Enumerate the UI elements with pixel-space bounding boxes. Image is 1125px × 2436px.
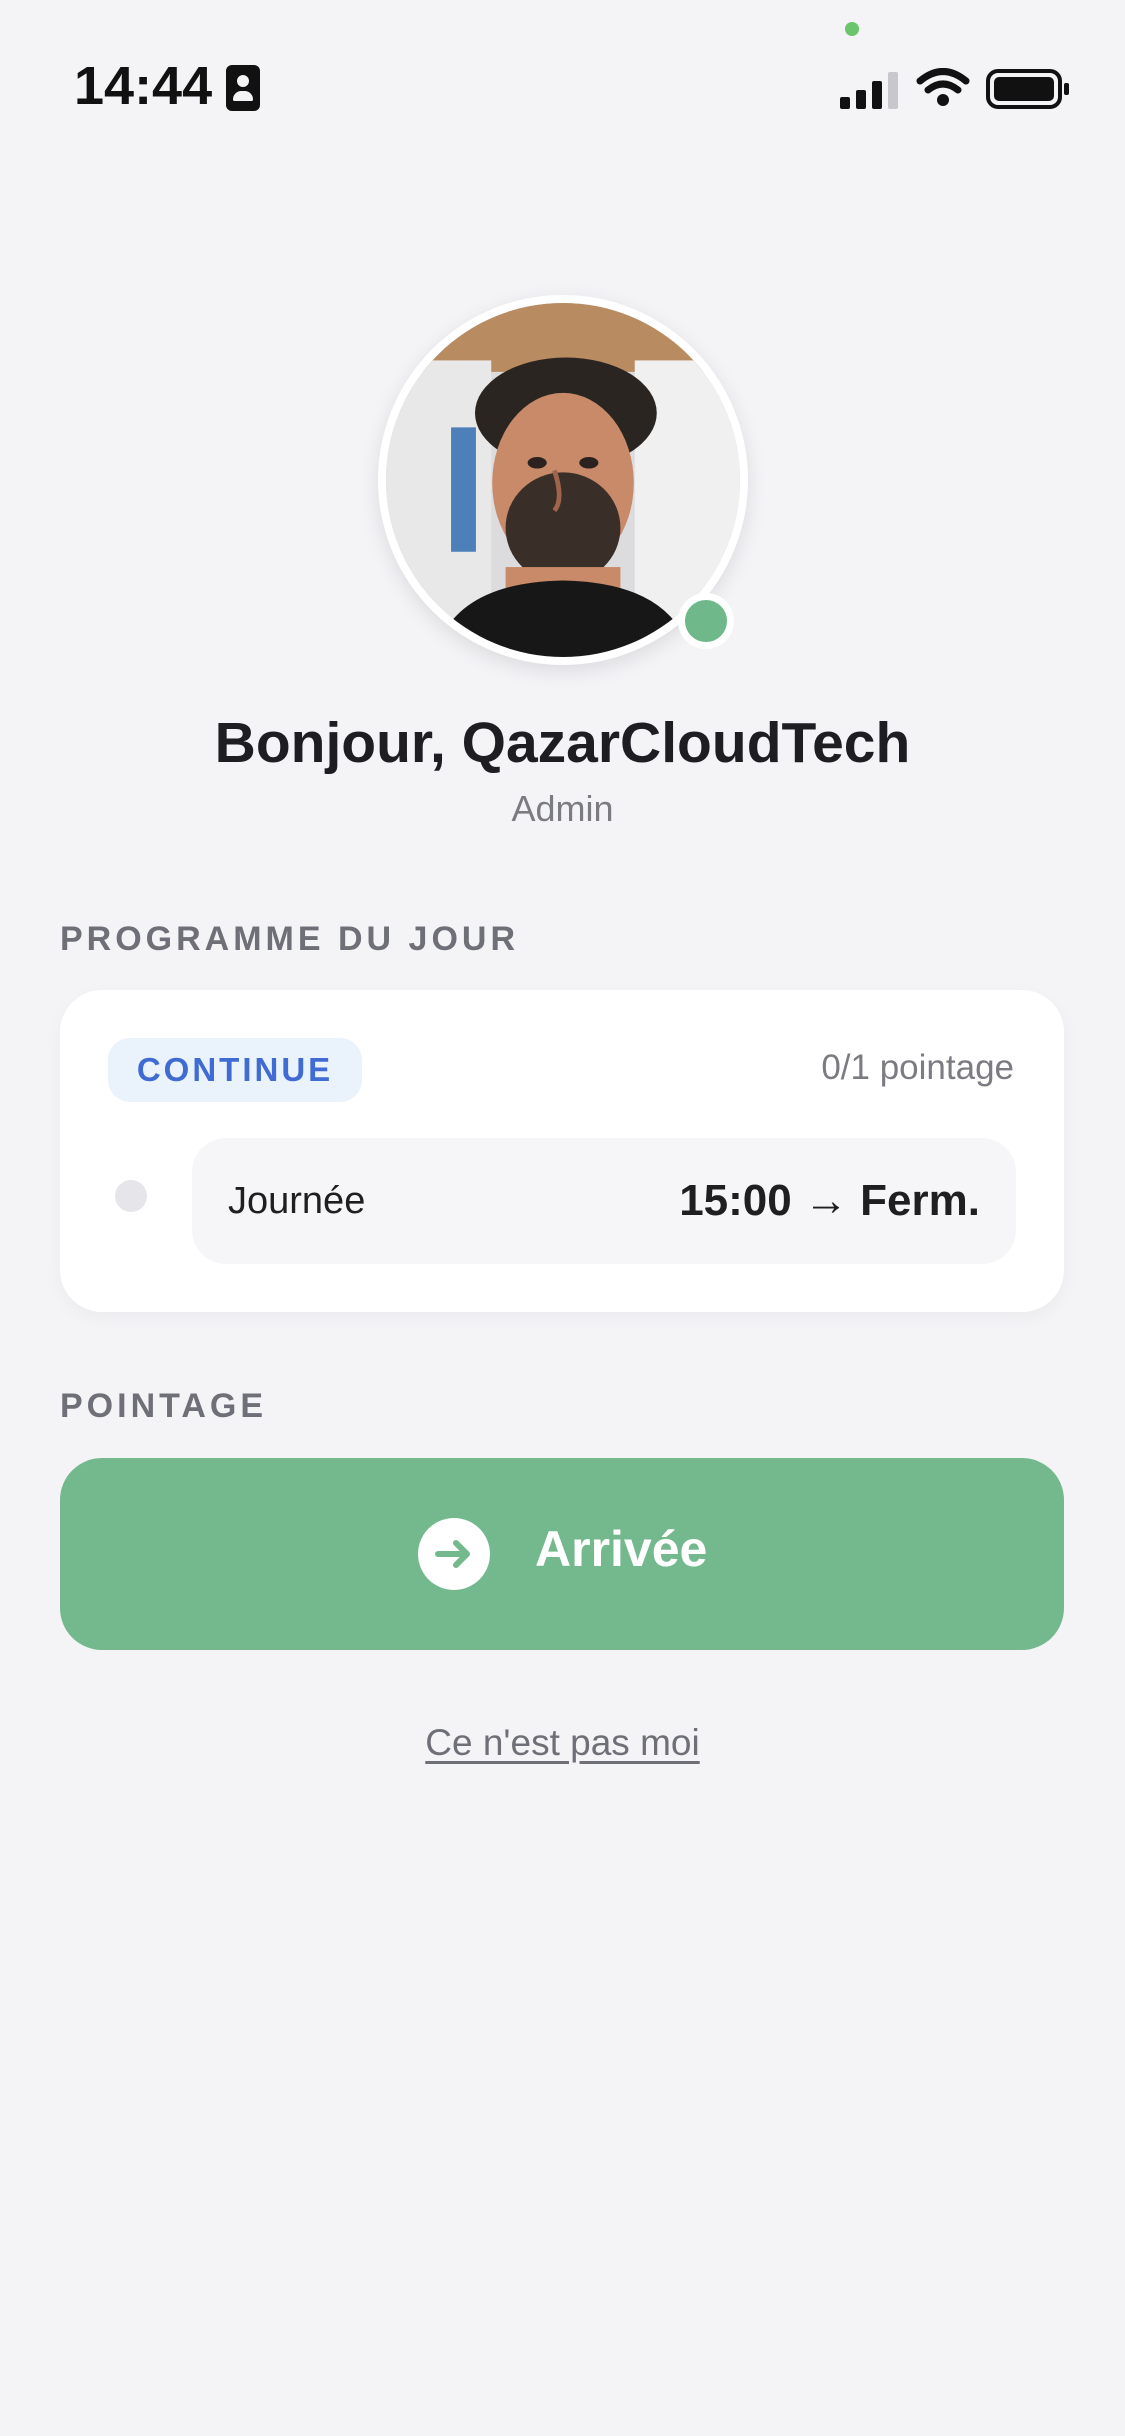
checkin-screen: 14:44 Bonjour, QazarCloudTech Admin PROG… (0, 0, 1125, 2436)
contact-card-icon (226, 65, 260, 111)
not-me-link[interactable]: Ce n'est pas moi (0, 1722, 1125, 1764)
cellular-signal-icon (840, 72, 898, 109)
shift-name: Journée (228, 1180, 366, 1222)
status-time: 14:44 (74, 56, 213, 116)
shift-row: Journée 15:00 → Ferm. (192, 1138, 1016, 1264)
schedule-card: CONTINUE 0/1 pointage Journée 15:00 → Fe… (60, 990, 1064, 1312)
pointage-section-title: POINTAGE (60, 1387, 268, 1425)
pointage-count: 0/1 pointage (821, 1048, 1014, 1087)
schedule-section-title: PROGRAMME DU JOUR (60, 920, 520, 958)
profile-avatar-wrap (378, 295, 748, 665)
arrival-button-label: Arrivée (535, 1521, 708, 1577)
battery-icon (986, 69, 1069, 109)
arrival-button[interactable]: Arrivée (60, 1458, 1064, 1650)
privacy-indicator (845, 22, 859, 36)
wifi-icon (916, 68, 970, 106)
greeting-title: Bonjour, QazarCloudTech (214, 711, 911, 775)
online-status-indicator (678, 593, 734, 649)
arrow-right-circle-icon (418, 1518, 490, 1590)
user-role: Admin (511, 788, 614, 829)
shift-status-dot (115, 1180, 147, 1212)
status-bar: 14:44 (0, 0, 1125, 150)
status-badge: CONTINUE (108, 1038, 362, 1102)
shift-time: 15:00 → Ferm. (679, 1176, 980, 1225)
